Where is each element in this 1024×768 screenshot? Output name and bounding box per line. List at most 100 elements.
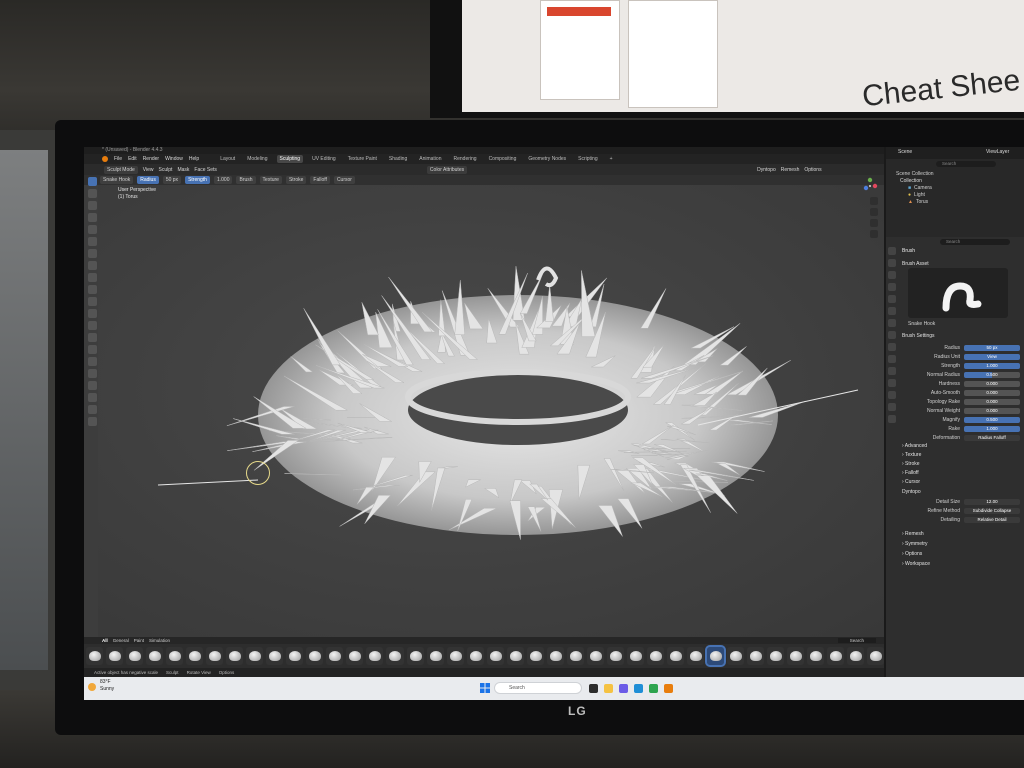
tool-annotate-icon[interactable]: [87, 417, 97, 426]
tab-layout[interactable]: Layout: [217, 155, 238, 163]
tab-animation[interactable]: Animation: [416, 155, 444, 163]
brush-asset-thumbnail[interactable]: [727, 647, 745, 665]
outliner-collection[interactable]: Collection: [900, 178, 922, 184]
collapsed-section[interactable]: › Falloff: [902, 470, 919, 476]
brush-asset-thumbnail[interactable]: [704, 645, 727, 667]
brush-asset-thumbnail[interactable]: [86, 647, 104, 665]
brush-asset-thumbnail[interactable]: [566, 647, 584, 665]
mode-selector[interactable]: Sculpt Mode: [104, 165, 138, 174]
collapsed-section[interactable]: › Workspace: [902, 561, 930, 567]
file-explorer-icon[interactable]: [604, 684, 613, 693]
scene-tab-icon[interactable]: [888, 295, 896, 303]
chrome-icon[interactable]: [649, 684, 658, 693]
menu-sculpt[interactable]: Sculpt: [159, 167, 173, 173]
windows-start-icon[interactable]: [480, 683, 490, 693]
property-field[interactable]: 0.000: [964, 380, 1020, 387]
tool-smooth-icon[interactable]: [87, 225, 97, 234]
brush-asset-thumbnail[interactable]: [686, 647, 704, 665]
tool-mesh-filter-icon[interactable]: [87, 309, 97, 318]
outliner-camera[interactable]: ■ Camera: [908, 185, 932, 191]
brush-asset-thumbnail[interactable]: [807, 647, 825, 665]
remesh-button[interactable]: Remesh: [781, 167, 800, 173]
tool-color-filter-icon[interactable]: [87, 333, 97, 342]
brush-asset-thumbnail[interactable]: [747, 647, 765, 665]
tab-texture-paint[interactable]: Texture Paint: [345, 155, 380, 163]
menu-file[interactable]: File: [114, 156, 122, 162]
collection-tab-icon[interactable]: [888, 319, 896, 327]
tab-modeling[interactable]: Modeling: [244, 155, 270, 163]
brush-asset-thumbnail[interactable]: [386, 647, 404, 665]
tab-geometry-nodes[interactable]: Geometry Nodes: [525, 155, 569, 163]
weather-sun-icon[interactable]: [88, 683, 96, 691]
brush-asset-thumbnail[interactable]: [606, 647, 624, 665]
menu-mask[interactable]: Mask: [177, 167, 189, 173]
tool-move-icon[interactable]: [87, 369, 97, 378]
tool-crease-icon[interactable]: [87, 213, 97, 222]
menu-render[interactable]: Render: [143, 156, 159, 162]
menu-help[interactable]: Help: [189, 156, 199, 162]
brush-asset-thumbnail[interactable]: [246, 647, 264, 665]
brush-asset-thumbnail[interactable]: [306, 647, 324, 665]
collapsed-section[interactable]: › Cursor: [902, 479, 920, 485]
scene-name[interactable]: Scene: [898, 149, 912, 155]
tool-mask-by-color-icon[interactable]: [87, 357, 97, 366]
tool-face-set-icon[interactable]: [87, 273, 97, 282]
tab-sculpting[interactable]: Sculpting: [276, 155, 304, 163]
tool-transform-icon[interactable]: [87, 405, 97, 414]
pan-hand-icon[interactable]: [870, 208, 878, 216]
brush-asset-thumbnail[interactable]: [666, 647, 684, 665]
brush-asset-thumbnail[interactable]: [466, 647, 484, 665]
brush-settings-header[interactable]: Brush Settings: [902, 333, 935, 339]
dyntopo-field[interactable]: Subdivide Collapse: [964, 507, 1020, 514]
brush-dropdown[interactable]: Brush: [236, 176, 256, 184]
taskbar-search-input[interactable]: Search: [494, 682, 582, 694]
edge-icon[interactable]: [634, 684, 643, 693]
tab-scripting[interactable]: Scripting: [575, 155, 600, 163]
menu-face-sets[interactable]: Face Sets: [194, 167, 217, 173]
menu-view[interactable]: View: [143, 167, 154, 173]
material-tab-icon[interactable]: [888, 403, 896, 411]
view-layer-name[interactable]: ViewLayer: [986, 149, 1009, 155]
weather-widget[interactable]: 83°F Sunny: [100, 679, 114, 693]
dyntopo-toggle[interactable]: Dyntopo: [757, 167, 776, 173]
brush-asset-thumbnail[interactable]: [787, 647, 805, 665]
render-tab-icon[interactable]: [888, 259, 896, 267]
tab-shading[interactable]: Shading: [386, 155, 410, 163]
brush-asset-thumbnail[interactable]: [827, 647, 845, 665]
brush-asset-thumbnail[interactable]: [106, 647, 124, 665]
property-field[interactable]: 0.000: [964, 398, 1020, 405]
particles-tab-icon[interactable]: [888, 355, 896, 363]
tool-draw-icon[interactable]: [87, 189, 97, 198]
properties-search-input[interactable]: Search: [940, 239, 1010, 245]
outliner-light[interactable]: ● Light: [908, 192, 925, 198]
tool-box-mask-icon[interactable]: [87, 237, 97, 246]
collapsed-section[interactable]: › Texture: [902, 452, 921, 458]
brush-asset-thumbnail[interactable]: [226, 647, 244, 665]
teams-icon[interactable]: [619, 684, 628, 693]
brush-asset-thumbnail[interactable]: [266, 647, 284, 665]
dyntopo-field[interactable]: 12.00: [964, 498, 1020, 505]
brush-asset-thumbnail[interactable]: [166, 647, 184, 665]
camera-view-icon[interactable]: [870, 219, 878, 227]
property-field[interactable]: View: [964, 353, 1020, 360]
navigation-gizmo-icon[interactable]: [862, 177, 878, 193]
options-dropdown[interactable]: Options: [804, 167, 821, 173]
collapsed-section[interactable]: › Remesh: [902, 531, 924, 537]
collapsed-section[interactable]: › Options: [902, 551, 922, 557]
tool-trim-icon[interactable]: [87, 285, 97, 294]
brush-asset-thumbnail[interactable]: [126, 647, 144, 665]
physics-tab-icon[interactable]: [888, 367, 896, 375]
tool-box-hide-icon[interactable]: [87, 261, 97, 270]
tool-brush-icon[interactable]: [87, 177, 97, 186]
add-workspace-button[interactable]: +: [607, 155, 616, 163]
tool-line-project-icon[interactable]: [87, 297, 97, 306]
tool-cloth-filter-icon[interactable]: [87, 321, 97, 330]
shelf-tab-paint[interactable]: Paint: [134, 638, 144, 643]
shelf-tab-general[interactable]: General: [113, 638, 129, 643]
brush-asset-thumbnail[interactable]: [586, 647, 604, 665]
brush-asset-thumbnail[interactable]: [326, 647, 344, 665]
zoom-icon[interactable]: [870, 197, 878, 205]
property-field[interactable]: 1.000: [964, 362, 1020, 369]
3d-viewport[interactable]: User Perspective (1) Torus: [98, 185, 884, 637]
tool-rotate-icon[interactable]: [87, 381, 97, 390]
